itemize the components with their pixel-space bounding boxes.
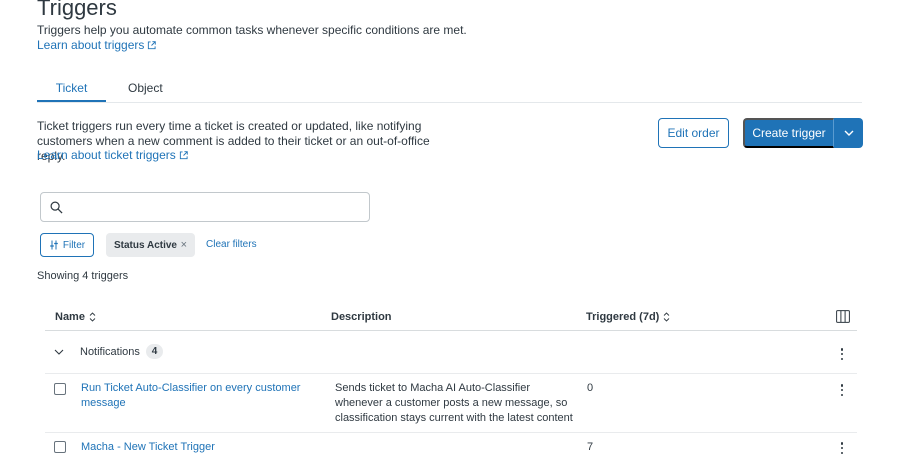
trigger-count: Showing 4 triggers [37,270,129,282]
learn-about-triggers-label: Learn about triggers [37,38,145,52]
table-row: Macha - New Ticket Trigger 7 [45,433,857,455]
trigger-name-link[interactable]: Run Ticket Auto-Classifier on every cust… [81,381,311,411]
columns-icon[interactable] [836,310,850,323]
filter-button[interactable]: Filter [40,233,94,257]
column-name-label: Name [55,311,85,323]
create-trigger-button[interactable]: Create trigger [743,118,834,148]
group-count-badge: 4 [146,344,163,359]
search-input[interactable] [71,197,361,217]
page-subtitle: Triggers help you automate common tasks … [37,23,467,37]
chip-label: Status Active [114,239,177,251]
more-options-icon[interactable] [836,347,848,361]
more-options-icon[interactable] [836,441,848,455]
learn-about-triggers-link[interactable]: Learn about triggers [37,37,157,53]
trigger-count-7d: 0 [587,382,594,394]
clear-filters-link[interactable]: Clear filters [206,239,257,251]
external-link-icon [179,151,188,160]
filter-sliders-icon [50,240,58,250]
chevron-down-icon [844,130,853,136]
table-row: Run Ticket Auto-Classifier on every cust… [45,374,857,433]
trigger-count-7d: 7 [587,441,594,453]
row-checkbox[interactable] [54,441,66,453]
more-options-icon[interactable] [836,383,848,397]
tab-object[interactable]: Object [128,79,163,97]
column-description-label: Description [331,311,392,323]
group-row-notifications[interactable]: Notifications 4 [45,331,857,374]
status-active-chip: Status Active × [106,233,195,257]
sort-icon [664,312,670,322]
column-header-name[interactable]: Name [55,310,96,324]
page-title: Triggers [37,0,117,20]
chevron-down-icon[interactable] [54,348,64,356]
edit-order-button[interactable]: Edit order [658,118,729,148]
tab-ticket[interactable]: Ticket [37,79,106,102]
sort-icon [89,312,96,322]
filter-button-label: Filter [62,239,86,251]
search-box[interactable] [40,192,370,222]
trigger-name-link[interactable]: Macha - New Ticket Trigger [81,440,311,455]
close-icon[interactable]: × [181,239,187,251]
learn-about-ticket-triggers-label: Learn about ticket triggers [37,148,176,162]
create-trigger-menu-button[interactable] [834,118,863,148]
row-checkbox[interactable] [54,383,66,395]
column-header-description: Description [331,310,392,324]
column-triggered-label: Triggered (7d) [586,311,660,323]
column-header-triggered[interactable]: Triggered (7d) [586,310,670,324]
learn-about-ticket-triggers-link[interactable]: Learn about ticket triggers [37,148,188,163]
trigger-tabs: Ticket Object [37,79,862,103]
external-link-icon [148,40,157,49]
group-label: Notifications [80,346,140,358]
table-header: Name Description Triggered (7d) [45,300,857,331]
trigger-description: Sends ticket to Macha AI Auto-Classifier… [335,382,573,424]
search-icon [50,201,63,214]
